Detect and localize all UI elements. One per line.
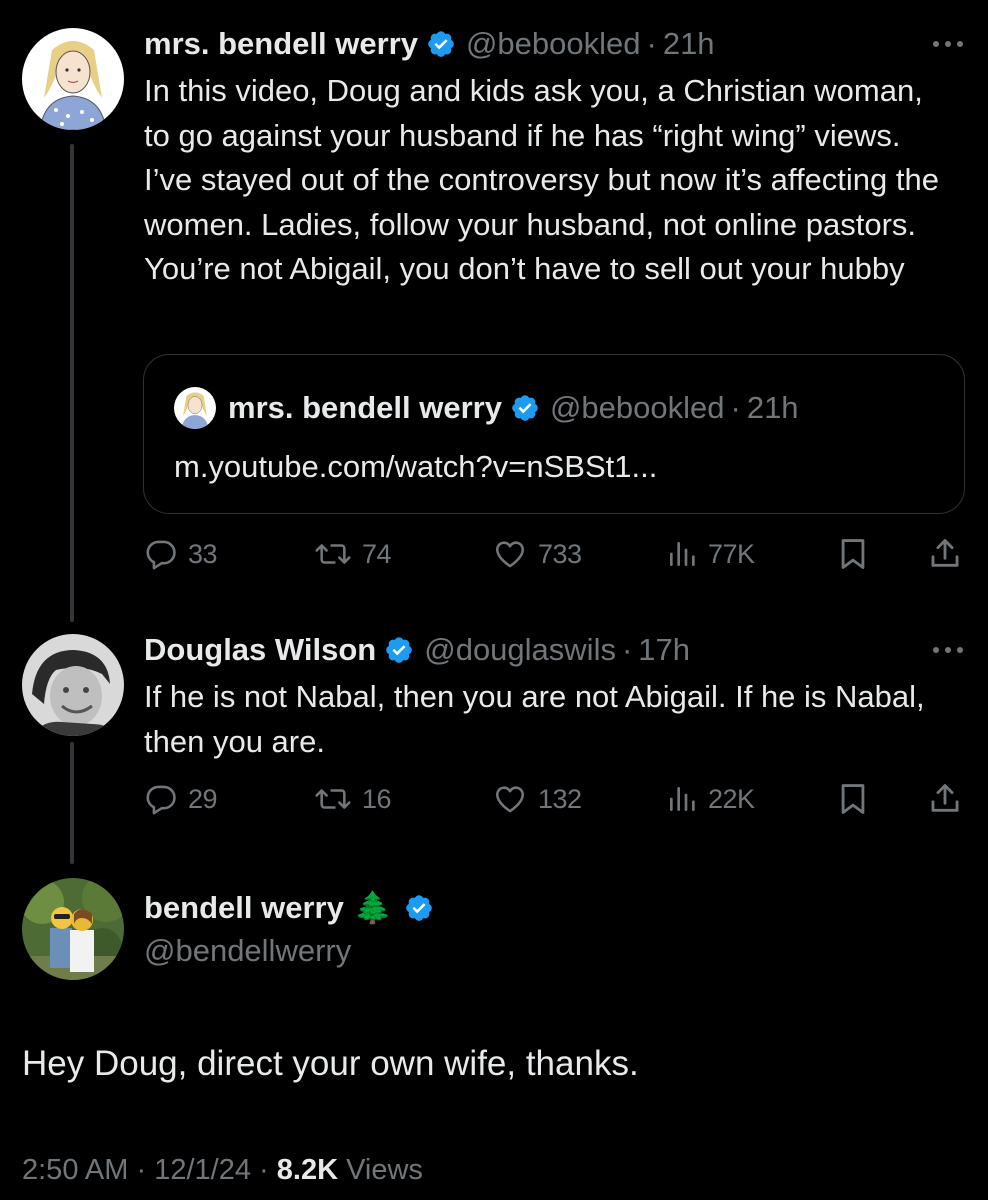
thread-line-1 [70,144,74,622]
author-name[interactable]: bendell werry [144,888,344,928]
grayscale-portrait-avatar-icon [22,634,124,736]
couple-photo-avatar-icon [22,878,124,980]
reply-count: 33 [188,538,218,569]
separator: · [136,1154,147,1186]
verified-badge-icon [510,393,540,423]
verified-badge-icon [384,635,414,665]
main-tweet-text: Hey Doug, direct your own wife, thanks. [22,1044,639,1083]
reply-icon [146,785,176,815]
reply-button[interactable]: 33 [144,534,218,574]
post-time[interactable]: 2:50 AM [22,1154,128,1186]
more-options-icon[interactable] [930,632,966,668]
views-label: Views [346,1154,423,1186]
avatar[interactable] [22,878,124,980]
retweet-icon [315,789,351,809]
verified-badge-icon [404,893,434,923]
retweet-button[interactable]: 16 [314,779,392,819]
thread-line-2 [70,742,74,864]
views-button[interactable]: 77K [666,534,755,574]
heart-icon [495,786,525,813]
tweet-header: Douglas Wilson @douglaswils · 17h [144,630,690,670]
like-button[interactable]: 132 [492,779,582,819]
separator: · [259,1154,269,1186]
views-count[interactable]: 8.2K [277,1154,338,1186]
tweet-actions: 33 74 733 77K [144,534,964,574]
author-handle[interactable]: @bendellwerry [144,931,351,971]
quote-author-name: mrs. bendell werry [228,390,502,425]
tweet-text: If he is not Nabal, then you are not Abi… [144,679,925,759]
verified-badge-icon [426,29,456,59]
share-icon[interactable] [928,534,962,574]
like-count: 733 [538,538,582,569]
quote-timestamp: 21h [746,390,799,425]
avatar[interactable] [22,634,124,736]
tweet-header: mrs. bendell werry @bebookled · 21h [144,24,715,64]
quote-tweet-card[interactable]: mrs. bendell werry @bebookled · 21h m.yo… [143,354,965,514]
tweet-meta: 2:50 AM · 12/1/24 · 8.2K Views [22,1150,423,1190]
analytics-bar-icon [670,542,695,566]
bookmark-icon[interactable] [838,534,868,574]
reply-button[interactable]: 29 [144,779,218,819]
analytics-bar-icon [670,787,695,811]
like-button[interactable]: 733 [492,534,582,574]
reply-count: 29 [188,783,218,814]
quote-avatar [174,387,216,429]
heart-icon [495,541,525,568]
reply-icon [146,540,176,570]
retweet-count: 16 [362,783,392,814]
cartoon-woman-avatar-icon [174,387,216,429]
like-count: 132 [538,783,582,814]
retweet-icon [315,544,351,564]
author-name[interactable]: Douglas Wilson [144,630,376,670]
view-count: 77K [708,538,755,569]
views-button[interactable]: 22K [666,779,755,819]
separator: · [621,632,633,667]
separator: · [730,390,741,425]
quote-header: mrs. bendell werry @bebookled · 21h [174,387,799,429]
share-icon[interactable] [928,779,962,819]
author-handle[interactable]: @bebookled [466,24,641,64]
timestamp[interactable]: 21h [663,24,715,64]
tweet-actions: 29 16 132 22K [144,779,964,819]
more-options-icon[interactable] [930,26,966,62]
tree-emoji-icon: 🌲 [353,890,393,925]
retweet-count: 74 [362,538,392,569]
tweet-text: In this video, Doug and kids ask you, a … [144,73,939,287]
quote-author-handle: @bebookled [549,390,725,425]
post-date[interactable]: 12/1/24 [154,1154,251,1186]
retweet-button[interactable]: 74 [314,534,392,574]
avatar[interactable] [22,28,124,130]
author-name[interactable]: mrs. bendell werry [144,24,418,64]
cartoon-woman-avatar-icon [22,28,124,130]
timestamp[interactable]: 17h [638,630,690,670]
bookmark-icon[interactable] [838,779,868,819]
author-handle[interactable]: @douglaswils [424,630,616,670]
view-count: 22K [708,783,755,814]
main-tweet-author: bendell werry 🌲 [144,888,444,928]
separator: · [646,26,657,61]
quote-link-text[interactable]: m.youtube.com/watch?v=nSBSt1... [174,447,657,487]
